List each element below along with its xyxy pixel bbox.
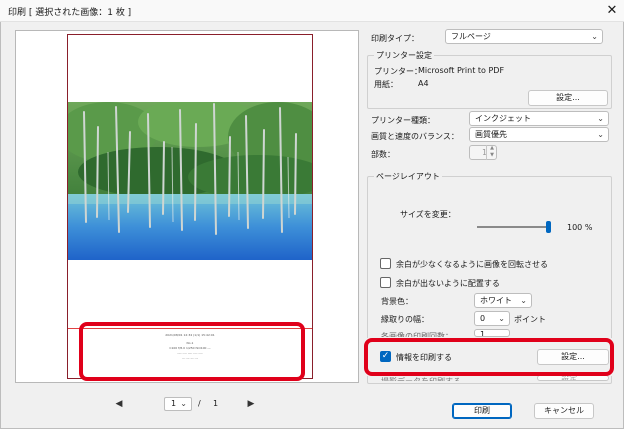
quality-balance-select[interactable]: 画質優先 ⌄ [469,127,609,142]
chevron-down-icon: ⌄ [597,130,604,139]
chevron-down-icon: ⌄ [520,296,527,305]
hidden-row-label: 撮影データを印刷する [381,376,461,381]
printer-value: Microsoft Print to PDF [418,66,505,75]
bg-color-label: 背景色： [381,297,413,306]
chevron-down-icon: ⌄ [180,399,187,408]
resize-slider-track[interactable] [477,226,547,228]
resize-value: 100 % [567,223,593,232]
page-number: 1 [171,399,177,408]
border-width-select[interactable]: 0 ⌄ [474,311,510,326]
info-highlight-box [79,322,305,381]
print-count-select[interactable]: 1 [474,329,510,337]
print-type-value: フルページ [451,32,491,41]
page-layout-title: ページレイアウト [374,171,442,182]
cancel-button[interactable]: キャンセル [534,403,594,419]
printer-kind-value: インクジェット [475,114,531,123]
quality-balance-value: 画質優先 [475,130,507,139]
resize-label: サイズを変更： [400,210,456,219]
page-select[interactable]: 1 ⌄ [164,397,192,411]
paper-label: 用紙： [374,80,398,89]
border-width-label: 縁取りの幅： [381,315,429,324]
rotate-checkbox-label: 余白が少なくなるように画像を回転させる [396,260,548,269]
copies-label: 部数： [371,150,395,159]
printer-kind-select[interactable]: インクジェット ⌄ [469,111,609,126]
printer-label: プリンター： [374,67,422,76]
printer-settings-title: プリンター設定 [374,50,434,61]
paper-value: A4 [418,79,429,88]
border-width-unit: ポイント [514,315,546,324]
print-type-label: 印刷タイプ： [371,34,419,43]
photo-image [68,102,312,260]
arrow-left-icon[interactable]: ◀ [108,397,130,411]
bg-color-value: ホワイト [480,296,512,305]
print-type-select[interactable]: フルページ ⌄ [445,29,603,44]
arrow-right-icon[interactable]: ▶ [240,397,262,411]
window-title: 印刷 [ 選択された画像：1 枚 ] [8,8,132,18]
resize-slider-thumb[interactable] [546,221,551,233]
chevron-down-icon: ⌄ [597,114,604,123]
rotate-checkbox[interactable] [380,258,391,269]
close-icon[interactable]: ✕ [603,2,621,20]
chevron-down-icon: ⌄ [498,314,505,323]
print-count-value: 1 [480,330,486,337]
border-width-value: 0 [480,314,486,323]
print-count-label: 各画像の印刷回数： [381,332,453,337]
print-info-highlight-box [364,338,614,376]
printer-kind-label: プリンター種類： [371,116,435,125]
page-total: 1 [213,399,219,408]
spin-icon[interactable]: ▲ ▼ [486,145,497,160]
printer-settings-button[interactable]: 設定... [528,90,608,106]
preview-photo [68,102,312,260]
nomargin-checkbox-label: 余白が出ないように配置する [396,279,500,288]
nomargin-checkbox[interactable] [380,277,391,288]
quality-balance-label: 画質と速度のバランス： [371,132,459,141]
print-button[interactable]: 印刷 [452,403,512,419]
page-separator: / [198,399,201,408]
chevron-down-icon: ⌄ [591,32,598,41]
bg-color-select[interactable]: ホワイト ⌄ [474,293,532,308]
